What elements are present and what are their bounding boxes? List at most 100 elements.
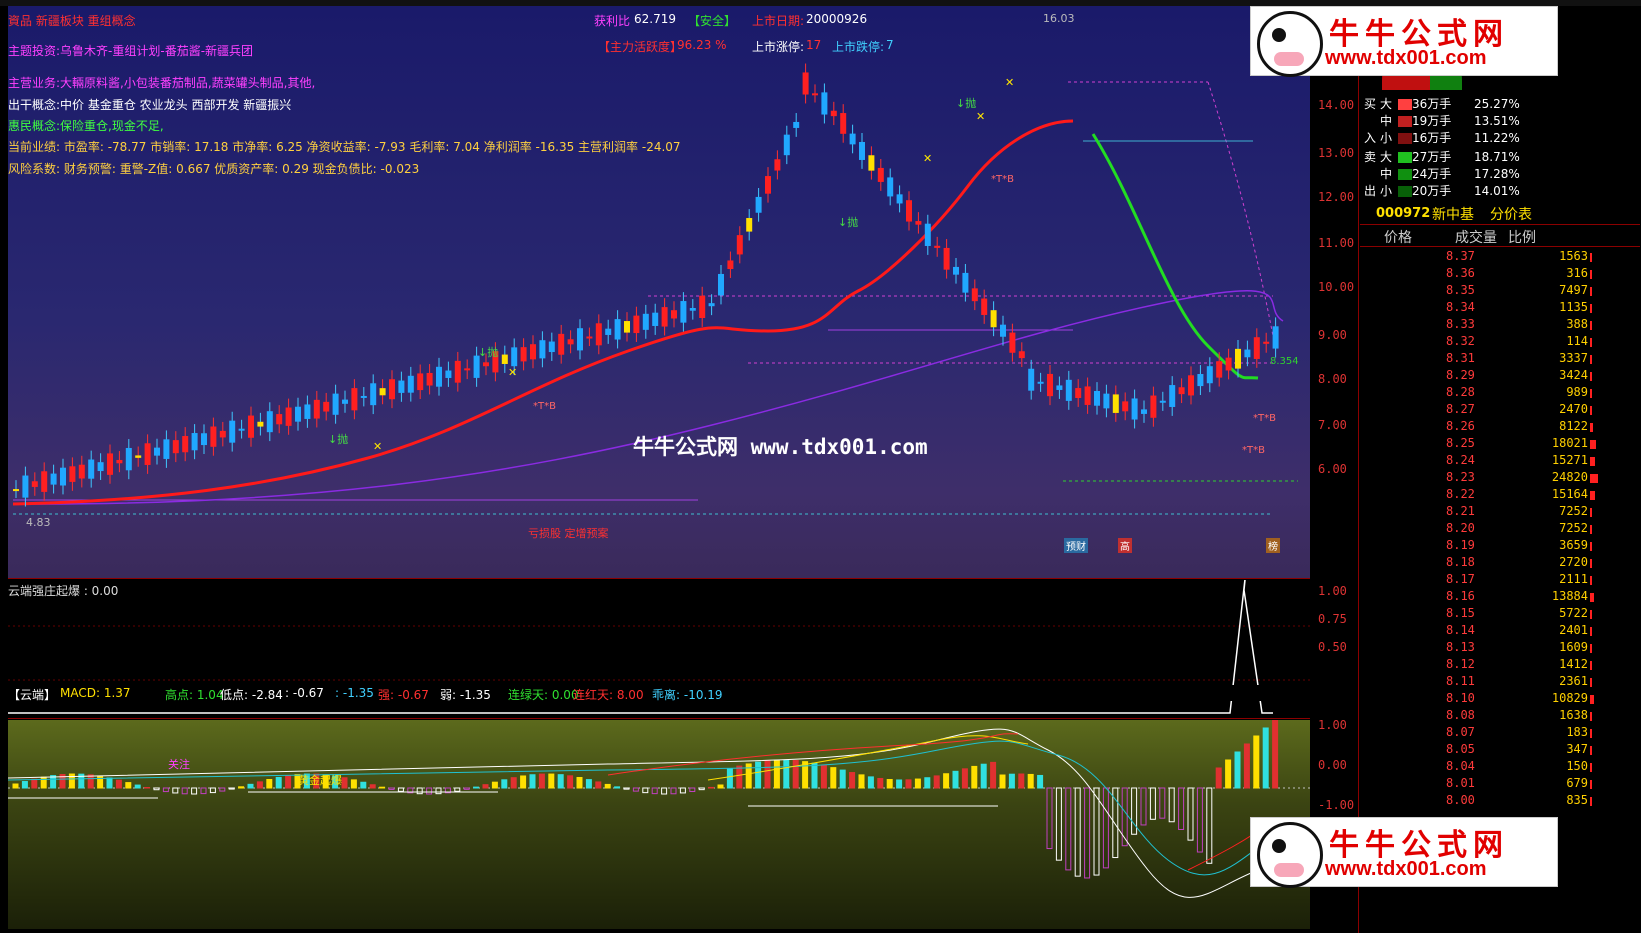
macd-bar [756, 762, 761, 788]
candle [145, 443, 151, 465]
pv-header-price: 价格 [1384, 227, 1412, 247]
candle [774, 159, 780, 170]
pv-row[interactable]: 8.207252 [1420, 521, 1620, 538]
pv-row[interactable]: 8.05347 [1420, 742, 1620, 759]
pv-row[interactable]: 8.1613884 [1420, 589, 1620, 606]
macd-bar [1056, 788, 1061, 860]
macd-note-focus: 关注 [168, 756, 190, 772]
svg-text:✕: ✕ [1005, 76, 1014, 89]
pv-row[interactable]: 8.07183 [1420, 725, 1620, 742]
macd-note-gold: 黄金起爆 [298, 772, 342, 788]
pv-volume: 2111 [1524, 572, 1588, 586]
macd-bar [1009, 774, 1014, 788]
stock-code: 000972 [1376, 206, 1430, 221]
candle [1000, 325, 1006, 337]
pv-ratio-bar [1590, 508, 1592, 517]
pv-volume: 8122 [1524, 419, 1588, 433]
pv-row[interactable]: 8.32114 [1420, 334, 1620, 351]
pv-row[interactable]: 8.2215164 [1420, 487, 1620, 504]
pv-row[interactable]: 8.193659 [1420, 538, 1620, 555]
svg-text:✕: ✕ [508, 366, 517, 379]
macd-bar [643, 788, 648, 793]
candle [539, 340, 545, 358]
macd-bar [727, 769, 732, 788]
pv-volume: 835 [1524, 793, 1588, 807]
badge-high[interactable]: 高 [1118, 538, 1132, 553]
macd-bar [276, 777, 281, 788]
candle [1122, 401, 1128, 411]
view-mode[interactable]: 分价表 [1490, 204, 1532, 224]
macd-panel[interactable]: 关注 黄金起爆 [8, 720, 1310, 929]
price-chart-panel[interactable]: ↓抛↓抛↓抛↓抛 ✕✕✕✕✕ *T*B*T*B*T*B*T*B 16.03 4.… [8, 6, 1310, 578]
pv-row[interactable]: 8.313337 [1420, 351, 1620, 368]
svg-text:↓抛: ↓抛 [838, 215, 858, 229]
candle [662, 307, 668, 326]
candle [370, 383, 376, 405]
candle [1103, 394, 1109, 409]
pv-row[interactable]: 8.00835 [1420, 793, 1620, 810]
candle [107, 453, 113, 474]
candle [530, 344, 536, 359]
pv-row[interactable]: 8.131609 [1420, 640, 1620, 657]
macd-bar [267, 779, 272, 788]
pv-row[interactable]: 8.2415271 [1420, 453, 1620, 470]
price-chart[interactable]: ↓抛↓抛↓抛↓抛 ✕✕✕✕✕ *T*B*T*B*T*B*T*B 16.03 4.… [8, 6, 1310, 578]
candle [398, 381, 404, 393]
candle [342, 400, 348, 404]
pv-row[interactable]: 8.081638 [1420, 708, 1620, 725]
macd-bar [116, 780, 121, 788]
macd-bar [680, 788, 685, 793]
pv-row[interactable]: 8.268122 [1420, 419, 1620, 436]
pv-row[interactable]: 8.155722 [1420, 606, 1620, 623]
pv-ratio-bar [1590, 729, 1592, 738]
candle [351, 388, 357, 410]
pv-ratio-bar [1590, 678, 1592, 687]
pv-row[interactable]: 8.112361 [1420, 674, 1620, 691]
candle [1244, 350, 1250, 358]
pv-row[interactable]: 8.357497 [1420, 283, 1620, 300]
pv-row[interactable]: 8.172111 [1420, 572, 1620, 589]
macd-bar [1019, 774, 1024, 788]
pv-row[interactable]: 8.121412 [1420, 657, 1620, 674]
pv-row[interactable]: 8.2518021 [1420, 436, 1620, 453]
pv-row[interactable]: 8.28989 [1420, 385, 1620, 402]
pv-row[interactable]: 8.01679 [1420, 776, 1620, 793]
macd-bar [502, 780, 507, 788]
pv-row[interactable]: 8.182720 [1420, 555, 1620, 572]
candle [821, 92, 827, 114]
candle [868, 155, 874, 170]
pv-volume: 10829 [1524, 691, 1588, 705]
pv-row[interactable]: 8.33388 [1420, 317, 1620, 334]
pv-row[interactable]: 8.217252 [1420, 504, 1620, 521]
candle [887, 177, 893, 196]
candle [276, 414, 282, 424]
pv-row[interactable]: 8.2324820 [1420, 470, 1620, 487]
candle [944, 248, 950, 270]
svg-text:*T*B: *T*B [1242, 445, 1265, 456]
pv-volume: 183 [1524, 725, 1588, 739]
pv-price: 8.01 [1446, 776, 1475, 790]
badge-forecast[interactable]: 预财 [1064, 538, 1088, 553]
pv-price: 8.14 [1446, 623, 1475, 637]
pv-ratio-bar [1590, 763, 1592, 772]
candle [925, 224, 931, 246]
macd-bar [549, 774, 554, 788]
watermark-bottom: 牛牛公式网 www.tdx001.com [1250, 817, 1558, 887]
svg-text:✕: ✕ [373, 440, 382, 453]
pv-row[interactable]: 8.142401 [1420, 623, 1620, 640]
candle [1132, 398, 1138, 419]
pv-row[interactable]: 8.04150 [1420, 759, 1620, 776]
pv-row[interactable]: 8.341135 [1420, 300, 1620, 317]
candle [445, 371, 451, 378]
center-watermark: 牛牛公式网 www.tdx001.com [633, 431, 928, 461]
badge-rank[interactable]: 榜 [1266, 538, 1280, 553]
pv-price: 8.33 [1446, 317, 1475, 331]
order-size: 大 [1380, 148, 1398, 165]
pv-row[interactable]: 8.293424 [1420, 368, 1620, 385]
pv-row[interactable]: 8.272470 [1420, 402, 1620, 419]
macd-bar [718, 785, 723, 788]
pv-row[interactable]: 8.1010829 [1420, 691, 1620, 708]
candle [314, 400, 320, 419]
pv-row[interactable]: 8.371563 [1420, 249, 1620, 266]
pv-row[interactable]: 8.36316 [1420, 266, 1620, 283]
